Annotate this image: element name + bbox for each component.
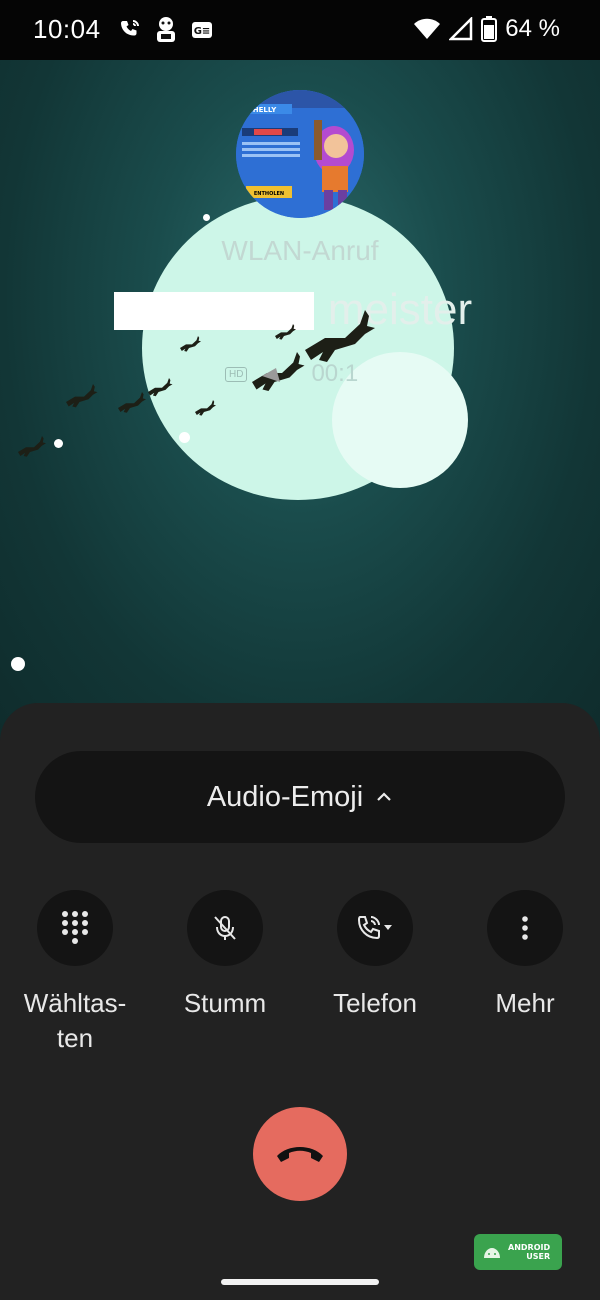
wifi-icon (414, 18, 441, 39)
hang-up-icon (277, 1147, 323, 1162)
audio-emoji-label: Audio-Emoji (206, 780, 364, 813)
audio-route-control[interactable]: Telefon (300, 890, 450, 1021)
dialpad-label: Wähltas- ten (23, 988, 127, 1053)
call-controls-panel: Audio-Emoji Wähltas- ten Stumm Telefon M… (0, 703, 600, 1300)
phone-audio-route-icon (357, 916, 392, 940)
avatar-text-shelly: SHELLY (248, 106, 278, 114)
audio-emoji-button[interactable]: Audio-Emoji (35, 751, 565, 843)
more-button[interactable] (487, 890, 563, 966)
snow-dot (11, 657, 25, 671)
svg-text:G≡: G≡ (194, 26, 211, 37)
avatar-image: SHELLY ENTHOLEN (236, 90, 364, 218)
dialpad-icon (62, 911, 88, 944)
more-label: Mehr (495, 988, 555, 1018)
call-background: SHELLY ENTHOLEN WLAN-Anruf meister HD 00… (0, 60, 600, 740)
watermark-text: ANDROID USER (508, 1243, 550, 1261)
mute-icon (214, 916, 236, 940)
mascot-notification-icon (157, 17, 175, 42)
battery-percent: 64 % (505, 15, 560, 42)
snow-dot (203, 214, 210, 221)
more-vert-icon (522, 916, 528, 940)
dialpad-button[interactable] (37, 890, 113, 966)
battery-icon (481, 16, 498, 42)
status-bar: 10:04 G≡ 64 % (0, 0, 600, 60)
mute-control[interactable]: Stumm (150, 890, 300, 1021)
snow-dot (54, 439, 63, 448)
home-gesture-bar[interactable] (221, 1279, 379, 1285)
watermark-line1: ANDROID (508, 1243, 551, 1252)
snow-dot (179, 432, 190, 443)
signal-icon (449, 17, 473, 41)
ge-notification-icon: G≡ (192, 22, 212, 38)
chevron-up-icon (377, 792, 391, 801)
wifi-call-icon (121, 20, 139, 36)
status-time: 10:04 (33, 14, 101, 44)
android-logo-icon (484, 1248, 500, 1258)
audio-route-label: Telefon (333, 988, 417, 1018)
call-type-label: WLAN-Anruf (221, 235, 379, 266)
android-user-watermark: ANDROID USER (474, 1234, 562, 1270)
reindeer-decoration (18, 310, 375, 457)
status-right-group: 64 % (413, 15, 560, 43)
dialpad-control[interactable]: Wähltas- ten (0, 890, 150, 1056)
mute-button[interactable] (187, 890, 263, 966)
mute-label: Stumm (183, 988, 267, 1018)
caller-avatar: SHELLY ENTHOLEN (236, 90, 364, 218)
watermark-line2: USER (526, 1252, 551, 1261)
end-call-button[interactable] (253, 1107, 347, 1201)
audio-route-button[interactable] (337, 890, 413, 966)
more-control[interactable]: Mehr (450, 890, 600, 1021)
avatar-text-button: ENTHOLEN (254, 191, 284, 197)
